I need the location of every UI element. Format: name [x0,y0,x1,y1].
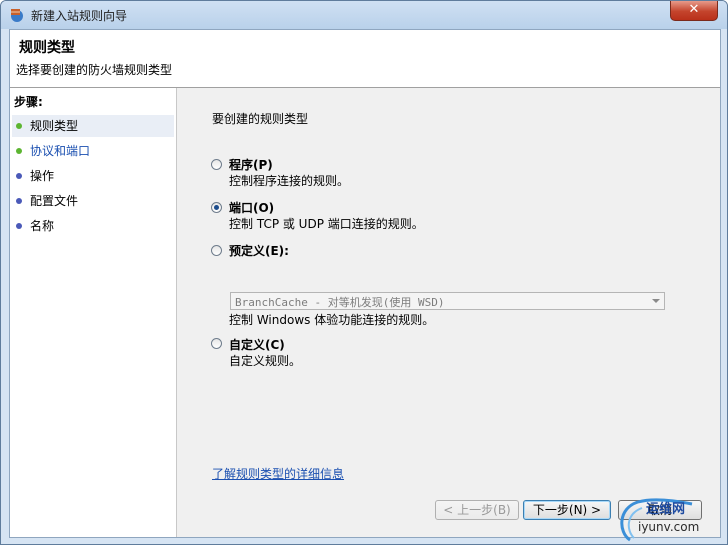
step-status-icon [16,223,22,229]
step-label: 操作 [30,169,55,183]
watermark-url: iyunv.com [638,520,700,534]
wizard-window: 新建入站规则向导 ✕ 规则类型 选择要创建的防火墙规则类型 步骤: 规则类型 协… [0,0,728,545]
chevron-down-icon [652,299,660,303]
wizard-content: 规则类型 选择要创建的防火墙规则类型 步骤: 规则类型 协议和端口 操作 配置文… [9,29,721,538]
predefined-radio[interactable] [211,245,222,256]
close-button[interactable]: ✕ [670,1,718,21]
program-option-desc: 控制程序连接的规则。 [229,174,350,188]
predefined-select[interactable]: BranchCache - 对等机发现(使用 WSD) [230,292,665,310]
custom-option-label[interactable]: 自定义(C) [229,336,285,353]
predefined-option-label[interactable]: 预定义(E): [229,242,289,259]
custom-option-desc: 自定义规则。 [229,354,302,368]
step-status-icon [16,173,22,179]
next-button[interactable]: 下一步(N) > [523,500,611,520]
firewall-icon [11,9,23,22]
page-title: 规则类型 [19,40,75,56]
title-bar: 新建入站规则向导 ✕ [1,1,727,29]
step-label: 名称 [30,219,55,233]
program-option-label[interactable]: 程序(P) [229,156,273,173]
main-pane: 要创建的规则类型 程序(P) 控制程序连接的规则。 端口(O) 控制 TCP 或… [177,88,720,537]
custom-radio[interactable] [211,338,222,349]
step-name[interactable]: 名称 [12,215,174,237]
predefined-option-desc: 控制 Windows 体验功能连接的规则。 [229,313,435,327]
page-header: 规则类型 选择要创建的防火墙规则类型 [10,30,720,88]
steps-heading: 步骤: [14,95,43,109]
port-option-label[interactable]: 端口(O) [229,199,274,216]
window-title: 新建入站规则向导 [31,9,128,23]
step-profile[interactable]: 配置文件 [12,190,174,212]
step-label: 协议和端口 [30,144,91,158]
step-status-icon [16,148,22,154]
step-rule-type[interactable]: 规则类型 [12,115,174,137]
page-subtitle: 选择要创建的防火墙规则类型 [16,63,173,77]
step-label: 配置文件 [30,194,79,208]
step-action[interactable]: 操作 [12,165,174,187]
predefined-select-value: BranchCache - 对等机发现(使用 WSD) [235,296,445,309]
watermark-logo: 运维网 iyunv.com [612,492,728,545]
step-status-icon [16,123,22,129]
watermark-text: 运维网 [646,502,686,517]
learn-more-link[interactable]: 了解规则类型的详细信息 [212,465,344,482]
step-protocol-port[interactable]: 协议和端口 [12,140,174,162]
program-radio[interactable] [211,159,222,170]
step-label: 规则类型 [30,119,79,133]
port-radio[interactable] [211,202,222,213]
rule-type-prompt: 要创建的规则类型 [212,112,309,126]
back-button[interactable]: < 上一步(B) [435,500,519,520]
steps-pane: 步骤: 规则类型 协议和端口 操作 配置文件 名称 [10,88,177,537]
step-status-icon [16,198,22,204]
port-option-desc: 控制 TCP 或 UDP 端口连接的规则。 [229,217,424,231]
